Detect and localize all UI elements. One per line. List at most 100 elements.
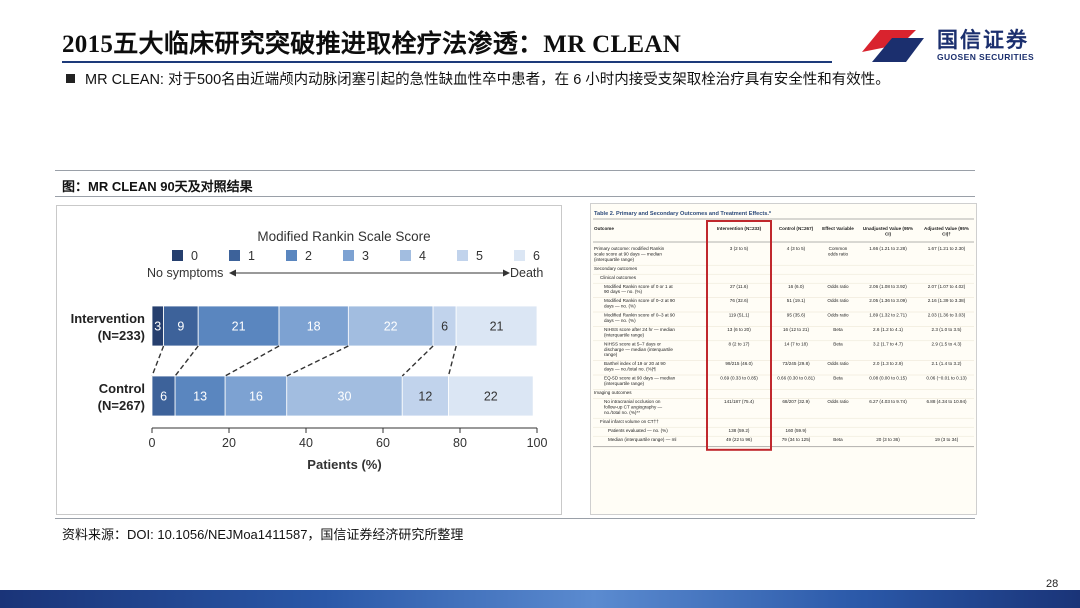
bar-label-intervention-mrs-4: 22 [384, 320, 398, 334]
table-cell-1: 76 (32.6) [730, 298, 749, 303]
legend-swatch-2 [286, 250, 297, 261]
connector-line-5 [401, 345, 434, 377]
mrs-chart-panel: Modified Rankin Scale Score 0 1 2 3 4 5 6 No sym… [56, 205, 562, 515]
table-cell-outcome: Secondary outcomes [594, 266, 638, 271]
table-cell-outcome: days — no. (%) [604, 304, 636, 309]
table-cell-3: Odds ratio [827, 361, 849, 366]
table-cell-outcome: (interquartile range) [594, 257, 635, 262]
legend-swatch-0 [172, 250, 183, 261]
intro-bullet: MR CLEAN: 对于500名由近端颅内动脉闭塞引起的急性缺血性卒中患者，在 … [66, 68, 890, 89]
table-cell-2: 73/245 (29.8) [782, 361, 810, 366]
table-cell-3: Common [829, 246, 848, 251]
table-cell-outcome: EQ-5D score at 90 days — median [604, 376, 676, 381]
row-label-intervention: Intervention [71, 311, 145, 326]
table-cell-4: 1.66 (1.21 to 2.28) [869, 246, 907, 251]
legend-label-6: 6 [533, 249, 540, 263]
page-title: 2015五大临床研究突破推进取栓疗法渗透：MR CLEAN [62, 31, 682, 58]
logo-name-en: GUOSEN SECURITIES [937, 52, 1035, 62]
table-cell-outcome: Imaging outcomes [594, 390, 632, 395]
source-note: 资料来源：DOI: 10.1056/NEJMoa1411587，国信证券经济研究… [62, 527, 464, 542]
figure-rule-top [55, 170, 975, 171]
connector-line-1 [151, 345, 165, 377]
bar-label-intervention-mrs-1: 9 [177, 320, 184, 334]
connector-line-6 [447, 345, 457, 377]
table-cell-3: Beta [833, 437, 843, 442]
table-cell-outcome: 90 days — no. (%) [604, 289, 643, 294]
table-header-2: Control (N=267) [779, 226, 814, 231]
table-cell-2: 16 (12 to 21) [783, 327, 810, 332]
table-header-4: Unadjusted Value (95% [863, 226, 913, 231]
connector-line-4 [286, 345, 349, 377]
table-cell-outcome: Modified Rankin score of 0 or 1 at [604, 284, 673, 289]
table-cell-3: Odds ratio [827, 298, 849, 303]
table-cell-1: 0.69 (0.33 to 0.85) [720, 376, 758, 381]
table-cell-outcome: (interquartile range) [604, 381, 645, 386]
x-tick-label-40: 40 [299, 436, 313, 450]
bar-label-control-mrs-2: 13 [193, 390, 207, 404]
table-cell-5: 2.03 (1.36 to 3.03) [928, 313, 966, 318]
table-cell-2: 16 (6.0) [788, 284, 804, 289]
table-cell-3: Beta [833, 341, 843, 346]
logo-name-cn: 国信证券 [937, 29, 1029, 52]
table-header-1: Intervention (N=233) [717, 226, 762, 231]
table-header-3: Effect Variable [822, 226, 854, 231]
bullet-square-icon [66, 74, 75, 83]
table-cell-1: 49 (22 to 96) [726, 437, 753, 442]
legend-swatch-3 [343, 250, 354, 261]
table-cell-3: Odds ratio [827, 284, 849, 289]
table-cell-outcome: days — no./total no. (%)¶ [604, 367, 656, 372]
figure-caption: 图：MR CLEAN 90天及对照结果 [62, 179, 253, 194]
bar-label-control-mrs-6: 22 [484, 390, 498, 404]
bar-label-intervention-mrs-6: 21 [490, 320, 504, 334]
x-tick-label-100: 100 [527, 436, 548, 450]
table-cell-1: 27 (11.6) [730, 284, 749, 289]
bar-label-control-mrs-4: 30 [338, 390, 352, 404]
table-cell-2: 79 (34 to 125) [782, 437, 811, 442]
row-n-intervention: (N=233) [98, 328, 145, 343]
table-cell-5: 2.16 (1.39 to 3.38) [928, 298, 966, 303]
table-cell-outcome: scale score at 90 days — median [594, 251, 662, 256]
table-cell-outcome: Modified Rankin score of 0–2 at 90 [604, 298, 675, 303]
bar-label-intervention-mrs-5: 6 [441, 320, 448, 334]
outcomes-table-panel: Table 2. Primary and Secondary Outcomes … [590, 203, 977, 515]
connector-line-2 [174, 345, 199, 377]
bar-label-intervention-mrs-0: 3 [154, 320, 161, 334]
title-underline [62, 61, 832, 63]
table-cell-2: 68/207 (32.9) [782, 399, 810, 404]
table-cell-4: 3.2 (1.7 to 4.7) [873, 341, 903, 346]
table-cell-4: 2.6 (1.2 to 4.1) [873, 327, 903, 332]
table-cell-2: 14 (7 to 18) [784, 341, 808, 346]
table-cell-2: 51 (19.1) [787, 298, 806, 303]
table-cell-3: Odds ratio [827, 399, 849, 404]
table-cell-5: 2.07 (1.07 to 4.02) [928, 284, 966, 289]
table-cell-5: 6.88 (4.34 to 10.94) [926, 399, 967, 404]
table-cell-outcome: No intracranial occlusion on [604, 399, 661, 404]
table-cell-outcome: Modified Rankin score of 0–3 at 90 [604, 313, 675, 318]
table-cell-4: 2.0 (1.3 to 2.9) [873, 361, 903, 366]
legend-swatch-1 [229, 250, 240, 261]
table-cell-outcome: NIHSS score at 5–7 days or [604, 341, 661, 346]
legend-caption-left: No symptoms [147, 266, 223, 280]
table-cell-outcome: NIHSS score after 24 hr — median [604, 327, 675, 332]
table-cell-3: Odds ratio [827, 313, 849, 318]
chart-title: Modified Rankin Scale Score [257, 229, 430, 244]
page-number: 28 [1046, 578, 1059, 590]
table-header-5: Adjusted Value (95% [924, 226, 969, 231]
table-cell-2: 95 (35.6) [787, 313, 806, 318]
connector-line-3 [224, 345, 280, 377]
intervention-column-highlight [706, 220, 772, 451]
table-cell-2: 4 (3 to 5) [787, 246, 806, 251]
figure-rule-bottom [55, 518, 975, 519]
table-cell-4: 6.27 (4.03 to 9.74) [869, 399, 907, 404]
legend-label-4: 4 [419, 249, 426, 263]
legend-label-5: 5 [476, 249, 483, 263]
table-cell-5: 1.67 (1.21 to 2.30) [928, 246, 966, 251]
mrs-stacked-bar-chart: Modified Rankin Scale Score0 1 2 3 4 5 6No sym… [71, 229, 548, 472]
figure-rule-mid [55, 196, 975, 197]
table-header-5: CI)† [942, 231, 951, 236]
table-cell-outcome: Final infarct volume on CT†† [600, 419, 659, 424]
legend-swatch-6 [514, 250, 525, 261]
table-cell-outcome: no./total no. (%)** [604, 410, 640, 415]
table-cell-outcome: Primary outcome: modified Rankin [594, 246, 665, 251]
table-cell-outcome: Median (interquartile range) — ml [608, 437, 676, 442]
